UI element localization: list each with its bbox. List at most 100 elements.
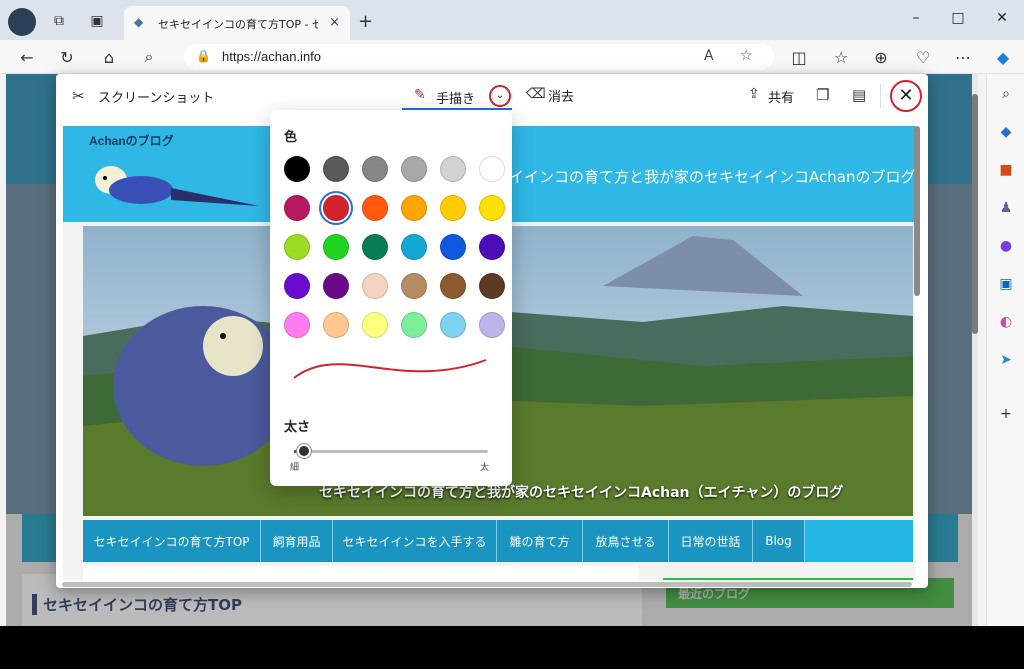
eraser-icon[interactable]: ⌫ (526, 86, 546, 102)
title-bar: ⧉ ▣ ◆ セキセイインコの育て方TOP - セキセイ × + – □ ✕ (0, 0, 1024, 40)
color-swatch[interactable] (323, 234, 349, 260)
save-icon[interactable]: ▤ (852, 86, 866, 104)
captured-body (83, 566, 639, 580)
add-sidebar-icon[interactable]: + (996, 404, 1016, 424)
draw-button[interactable]: ✎ 手描き ⌄ (402, 82, 512, 110)
close-screenshot-button[interactable]: ✕ (890, 80, 922, 112)
chevron-down-icon[interactable]: ⌄ (489, 85, 511, 107)
color-swatch[interactable] (479, 156, 505, 182)
thickness-slider-track[interactable] (294, 450, 488, 453)
thin-label: 細 (290, 463, 300, 473)
color-swatch[interactable] (323, 195, 349, 221)
active-tab[interactable]: ◆ セキセイインコの育て方TOP - セキセイ × (124, 6, 350, 40)
refresh-icon[interactable]: ↻ (56, 47, 78, 67)
color-swatch[interactable] (401, 312, 427, 338)
search-icon[interactable]: ⌕ (138, 47, 160, 67)
color-swatch[interactable] (362, 234, 388, 260)
color-title: 色 (284, 130, 298, 145)
captured-nav-item[interactable]: セキセイインコの育て方TOP (83, 520, 261, 562)
microsoft365-icon[interactable]: ● (996, 236, 1016, 256)
color-swatch[interactable] (479, 312, 505, 338)
captured-nav-item[interactable]: 放鳥させる (583, 520, 669, 562)
copilot-icon[interactable]: ◆ (992, 47, 1014, 67)
color-swatch[interactable] (479, 195, 505, 221)
lock-icon[interactable]: 🔒 (196, 49, 211, 63)
color-swatch[interactable] (284, 234, 310, 260)
color-swatch[interactable] (362, 312, 388, 338)
color-swatch[interactable] (479, 234, 505, 260)
new-tab-button[interactable]: + (358, 11, 373, 32)
pen-icon: ✎ (414, 87, 426, 103)
captured-hscrollbar[interactable] (62, 582, 912, 587)
outlook-icon[interactable]: ▣ (996, 274, 1016, 294)
captured-nav: セキセイインコの育て方TOP 飼育用品 セキセイインコを入手する 雛の育て方 放… (83, 520, 913, 562)
minimize-button[interactable]: – (906, 10, 926, 26)
home-icon[interactable]: ⌂ (98, 47, 120, 67)
sidebar-search-icon[interactable]: ⌕ (996, 84, 1016, 104)
thick-label: 太 (480, 463, 490, 473)
captured-scrollbar-thumb[interactable] (914, 126, 920, 296)
maximize-button[interactable]: □ (948, 10, 968, 26)
address-bar[interactable]: 🔒 https://achan.info A ☆ (184, 44, 774, 70)
share-icon[interactable]: ⇪ (748, 86, 760, 102)
color-swatch[interactable] (401, 273, 427, 299)
color-swatch[interactable] (440, 312, 466, 338)
shopping-icon[interactable]: ◆ (996, 122, 1016, 142)
thickness-title: 太さ (284, 420, 311, 435)
workspaces-icon[interactable]: ⧉ (50, 12, 68, 30)
read-aloud-icon[interactable]: A (704, 48, 714, 64)
color-swatch[interactable] (323, 312, 349, 338)
color-swatch[interactable] (401, 156, 427, 182)
color-swatch[interactable] (440, 195, 466, 221)
color-swatch[interactable] (323, 273, 349, 299)
captured-scrollbar[interactable] (914, 126, 920, 580)
tab-close-icon[interactable]: × (329, 15, 340, 30)
color-swatch[interactable] (479, 273, 505, 299)
copy-icon[interactable]: ❐ (816, 86, 829, 104)
color-swatch[interactable] (401, 234, 427, 260)
designer-icon[interactable]: ◐ (996, 312, 1016, 332)
color-swatch[interactable] (440, 156, 466, 182)
more-icon[interactable]: ⋯ (952, 47, 974, 67)
color-swatch[interactable] (362, 156, 388, 182)
favicon-icon: ◆ (134, 15, 144, 29)
stroke-preview-line (293, 359, 487, 379)
stroke-preview (293, 359, 487, 379)
color-swatch[interactable] (440, 273, 466, 299)
share-button[interactable]: 共有 (768, 87, 794, 106)
captured-nav-item[interactable]: 飼育用品 (261, 520, 333, 562)
page-scrollbar[interactable] (972, 74, 978, 626)
color-swatch[interactable] (440, 234, 466, 260)
captured-nav-item[interactable]: セキセイインコを入手する (333, 520, 497, 562)
color-swatch[interactable] (362, 273, 388, 299)
browser-essentials-icon[interactable]: ♡ (912, 47, 934, 67)
budgie-logo-image (95, 166, 259, 206)
favorites-icon[interactable]: ☆ (830, 47, 852, 67)
url-text[interactable]: https://achan.info (222, 49, 321, 64)
thickness-slider-thumb[interactable] (296, 444, 311, 458)
tools-icon[interactable]: ■ (996, 160, 1016, 180)
color-swatch[interactable] (284, 156, 310, 182)
color-swatch[interactable] (323, 156, 349, 182)
erase-button[interactable]: 消去 (548, 86, 574, 105)
color-swatch[interactable] (284, 312, 310, 338)
profile-avatar[interactable] (8, 8, 36, 36)
screenshot-title: スクリーンショット (98, 91, 215, 106)
captured-nav-item[interactable]: 雛の育て方 (497, 520, 583, 562)
color-swatch[interactable] (401, 195, 427, 221)
games-icon[interactable]: ♟ (996, 198, 1016, 218)
color-swatch[interactable] (362, 195, 388, 221)
color-swatch[interactable] (284, 273, 310, 299)
captured-nav-item[interactable]: Blog (753, 520, 805, 562)
collections-icon[interactable]: ⊕ (870, 47, 892, 67)
split-screen-icon[interactable]: ◫ (788, 47, 810, 67)
color-swatch[interactable] (284, 195, 310, 221)
captured-nav-item[interactable]: 日常の世話 (669, 520, 753, 562)
send-icon[interactable]: ➤ (996, 350, 1016, 370)
favorite-star-icon[interactable]: ☆ (740, 48, 753, 64)
tab-actions-icon[interactable]: ▣ (88, 12, 106, 30)
back-icon[interactable]: ← (16, 47, 38, 67)
edge-sidebar: ⌕ ◆ ■ ♟ ● ▣ ◐ ➤ + (986, 74, 1024, 626)
close-window-button[interactable]: ✕ (992, 10, 1012, 26)
page-scrollbar-thumb[interactable] (972, 94, 978, 334)
